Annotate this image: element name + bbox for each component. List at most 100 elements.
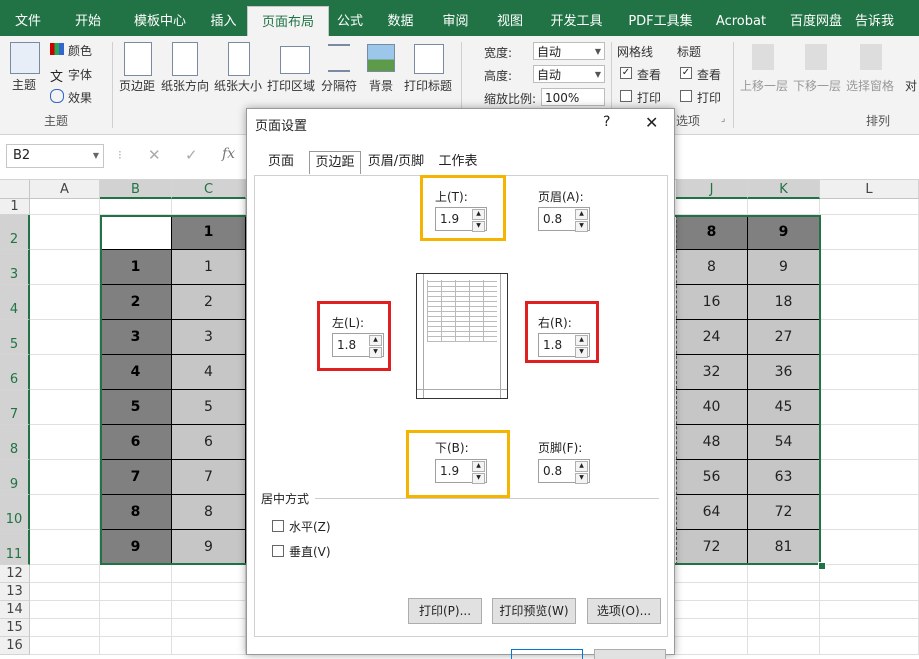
dialog-launcher-icon[interactable]: ⌟ <box>721 114 725 124</box>
print-area-icon <box>280 46 310 74</box>
print-preview-button[interactable]: 打印预览(W) <box>492 598 576 624</box>
help-button[interactable]: ? <box>603 114 610 130</box>
width-select[interactable]: 自动 ▼ <box>533 42 605 60</box>
row-header-6[interactable]: 6 <box>0 355 30 390</box>
row-header-1[interactable]: 1 <box>0 199 30 215</box>
tab-page[interactable]: 页面 <box>257 151 305 173</box>
left-margin-input[interactable]: 1.8 ▲ ▼ <box>332 333 384 358</box>
margins-panel: 上(T): 1.9 ▲ ▼ 页眉(A): 0.8 ▲ ▼ 左(L): 1.8 ▲ ▼ 右(R… <box>254 175 668 637</box>
headings-print-checkbox[interactable] <box>680 90 692 102</box>
header-label: 页眉(A): <box>538 190 584 204</box>
cancel-button[interactable] <box>594 649 666 659</box>
fill-handle[interactable] <box>818 562 826 570</box>
bring-forward-button[interactable]: 上移一层 <box>740 77 788 94</box>
center-horizontal-checkbox[interactable] <box>272 520 284 532</box>
align-button[interactable]: 对 <box>905 77 917 94</box>
gridlines-view-checkbox[interactable]: ✓ <box>620 67 632 79</box>
right-margin-input[interactable]: 1.8 ▲ ▼ <box>538 333 590 358</box>
row-header-3[interactable]: 3 <box>0 250 30 285</box>
row-header-5[interactable]: 5 <box>0 320 30 355</box>
tab-8[interactable]: 视图 <box>483 0 537 36</box>
tab-10[interactable]: PDF工具集 <box>616 0 705 36</box>
theme-button[interactable]: 主题 <box>12 76 36 93</box>
row-header-15[interactable]: 15 <box>0 619 30 637</box>
footer-label: 页脚(F): <box>538 441 583 455</box>
breaks-button[interactable]: 分隔符 <box>321 77 357 94</box>
select-all-corner[interactable] <box>0 180 30 199</box>
header-margin-input[interactable]: 0.8 ▲ ▼ <box>538 207 590 232</box>
left-label: 左(L): <box>332 316 365 330</box>
column-header-b[interactable]: B <box>100 180 172 199</box>
name-box[interactable]: B2 ▼ <box>6 144 104 168</box>
selection-pane-button[interactable]: 选择窗格 <box>846 77 894 94</box>
tab-sheet[interactable]: 工作表 <box>432 151 484 173</box>
tab-9[interactable]: 开发工具 <box>537 0 616 36</box>
tab-margins[interactable]: 页边距 <box>309 151 361 174</box>
center-vertical-label: 垂直(V) <box>289 545 331 559</box>
headings-title: 标题 <box>677 45 702 59</box>
cancel-icon[interactable]: ✕ <box>148 146 161 164</box>
tab-13[interactable]: 告诉我 <box>855 0 919 36</box>
column-header-l[interactable]: L <box>820 180 919 199</box>
background-button[interactable]: 背景 <box>369 77 393 94</box>
column-header-k[interactable]: K <box>748 180 820 199</box>
orientation-icon <box>172 42 198 76</box>
tab-3[interactable]: 插入 <box>200 0 247 36</box>
orientation-button[interactable]: 纸张方向 <box>161 77 209 94</box>
top-margin-input[interactable]: 1.9 ▲ ▼ <box>435 207 487 232</box>
gridlines-print-checkbox[interactable] <box>620 90 632 102</box>
row-header-12[interactable]: 12 <box>0 565 30 583</box>
ok-button[interactable] <box>511 649 583 659</box>
row-header-8[interactable]: 8 <box>0 425 30 460</box>
footer-margin-input[interactable]: 0.8 ▲ ▼ <box>538 459 590 484</box>
print-titles-button[interactable]: 打印标题 <box>404 77 452 94</box>
send-backward-button[interactable]: 下移一层 <box>793 77 841 94</box>
print-area-button[interactable]: 打印区域 <box>267 77 315 94</box>
tab-2[interactable]: 模板中心 <box>120 0 200 36</box>
center-vertical-checkbox[interactable] <box>272 545 284 557</box>
divider <box>733 42 734 128</box>
tab-11[interactable]: Acrobat <box>705 0 777 36</box>
options-button[interactable]: 选项(O)... <box>587 598 661 624</box>
row-header-13[interactable]: 13 <box>0 583 30 601</box>
row-header-16[interactable]: 16 <box>0 637 30 655</box>
colors-button[interactable]: 颜色 <box>68 42 92 59</box>
size-button[interactable]: 纸张大小 <box>214 77 262 94</box>
bottom-margin-input[interactable]: 1.9 ▲ ▼ <box>435 459 487 484</box>
headings-view-checkbox[interactable]: ✓ <box>680 67 692 79</box>
row-header-2[interactable]: 2 <box>0 215 30 250</box>
margins-button[interactable]: 页边距 <box>119 77 155 94</box>
fx-icon[interactable]: fx <box>222 146 235 162</box>
tab-header-footer[interactable]: 页眉/页脚 <box>364 151 428 173</box>
tab-5[interactable]: 公式 <box>327 0 373 36</box>
row-header-14[interactable]: 14 <box>0 601 30 619</box>
tab-6[interactable]: 数据 <box>373 0 428 36</box>
effects-button[interactable]: 效果 <box>68 89 92 106</box>
column-header-a[interactable]: A <box>30 180 100 199</box>
page-preview <box>416 273 508 399</box>
tab-0[interactable]: 文件 <box>0 0 56 36</box>
font-icon: 文 <box>50 70 64 85</box>
column-header-j[interactable]: J <box>676 180 748 199</box>
tab-12[interactable]: 百度网盘 <box>777 0 855 36</box>
row-header-4[interactable]: 4 <box>0 285 30 320</box>
row-header-11[interactable]: 11 <box>0 530 30 565</box>
row-header-9[interactable]: 9 <box>0 460 30 495</box>
fonts-button[interactable]: 字体 <box>68 66 92 83</box>
sheet-options-group-title: 选项 <box>676 114 701 128</box>
gridlines-print-label: 打印 <box>637 91 662 105</box>
row-header-7[interactable]: 7 <box>0 390 30 425</box>
column-header-c[interactable]: C <box>172 180 246 199</box>
gridlines-view-label: 查看 <box>637 68 662 82</box>
close-icon[interactable]: ✕ <box>645 113 658 132</box>
print-button[interactable]: 打印(P)... <box>408 598 482 624</box>
gridlines-title: 网格线 <box>617 45 654 59</box>
section-divider <box>315 498 659 499</box>
tab-7[interactable]: 审阅 <box>428 0 483 36</box>
theme-icon[interactable] <box>10 42 40 74</box>
tab-1[interactable]: 开始 <box>56 0 120 36</box>
row-header-10[interactable]: 10 <box>0 495 30 530</box>
scale-spinner[interactable]: 100% <box>541 88 605 106</box>
height-select[interactable]: 自动 ▼ <box>533 65 605 83</box>
enter-icon[interactable]: ✓ <box>185 146 198 164</box>
